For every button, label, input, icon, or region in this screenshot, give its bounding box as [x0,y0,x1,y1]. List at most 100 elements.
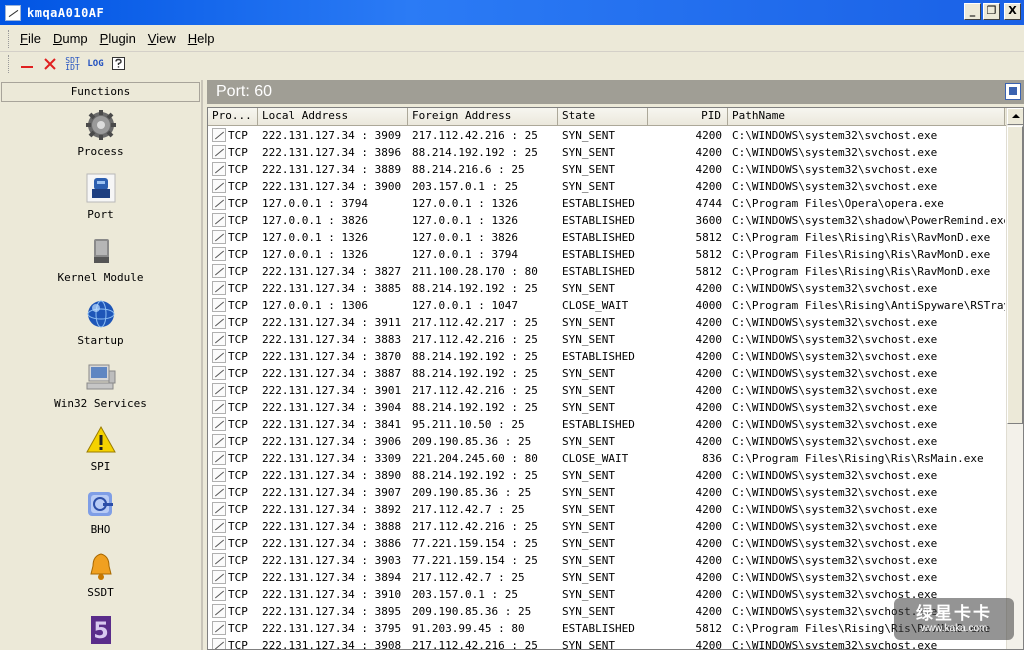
table-row[interactable]: TCP 222.131.127.34 : 3827 211.100.28.170 :… [208,263,1005,280]
sidebar-item-process[interactable]: Process [0,102,201,165]
vertical-scrollbar[interactable] [1006,108,1023,649]
cell-text: 5812 [695,248,723,261]
menu-view[interactable]: View [142,29,182,48]
table-row[interactable]: TCP 222.131.127.34 : 3887 88.214.192.192 :… [208,365,1005,382]
sidebar-item-9[interactable]: 5 [0,606,201,650]
scroll-thumb[interactable] [1007,126,1023,424]
cell-pid: 5812 [648,263,728,280]
cell-text: 91.203.99.45 : 80 [412,622,525,635]
table-row[interactable]: TCP 222.131.127.34 : 3910 203.157.0.1 : 25… [208,586,1005,603]
sdt-idt-button[interactable]: SDT IDT [61,54,84,74]
table-row[interactable]: TCP 222.131.127.34 : 3904 88.214.192.192 :… [208,399,1005,416]
maximize-button[interactable]: ❐ [983,3,1000,20]
col-header-pathname[interactable]: PathName [728,108,1005,125]
table-row[interactable]: TCP 222.131.127.34 : 3870 88.214.192.192 :… [208,348,1005,365]
cell-text: SYN_SENT [562,554,615,567]
table-row[interactable]: TCP 222.131.127.34 : 3900 203.157.0.1 : 25… [208,178,1005,195]
connection-icon [212,468,226,482]
sidebar-item-spi[interactable]: SPI [0,417,201,480]
connection-icon [212,332,226,346]
table-row[interactable]: TCP 222.131.127.34 : 3841 95.211.10.50 : 2… [208,416,1005,433]
table-row[interactable]: TCP 127.0.0.1 : 1326 127.0.0.1 : 3826 ESTAB… [208,229,1005,246]
cell-state: ESTABLISHED [558,263,648,280]
panel-header: Port: 60 [207,80,1024,104]
cell-state: SYN_SENT [558,637,648,649]
cell-foreign-address: 217.112.42.7 : 25 [408,501,558,518]
menu-plugin[interactable]: Plugin [94,29,142,48]
cell-protocol: TCP [208,467,258,484]
table-row[interactable]: TCP 222.131.127.34 : 3885 88.214.192.192 :… [208,280,1005,297]
cell-text: CLOSE_WAIT [562,452,629,465]
table-row[interactable]: TCP 222.131.127.34 : 3309 221.204.245.60 :… [208,450,1005,467]
minimize-button[interactable]: _ [964,3,981,20]
col-header-local-address[interactable]: Local Address [258,108,408,125]
col-header-pid[interactable]: PID [648,108,728,125]
kill-button[interactable] [38,54,61,74]
cell-pid: 4200 [648,314,728,331]
table-row[interactable]: TCP 222.131.127.34 : 3906 209.190.85.36 : … [208,433,1005,450]
sidebar-item-bho[interactable]: BHO [0,480,201,543]
table-row[interactable]: TCP 222.131.127.34 : 3883 217.112.42.216 :… [208,331,1005,348]
cell-foreign-address: 217.112.42.216 : 25 [408,382,558,399]
table-row[interactable]: TCP 222.131.127.34 : 3888 217.112.42.216 :… [208,518,1005,535]
sidebar-item-port[interactable]: Port [0,165,201,228]
cell-text: 3600 [695,214,723,227]
table-row[interactable]: TCP 222.131.127.34 : 3911 217.112.42.217 :… [208,314,1005,331]
menu-help[interactable]: Help [182,29,221,48]
cell-protocol: TCP [208,246,258,263]
cell-text: ESTABLISHED [562,248,635,261]
table-row[interactable]: TCP 222.131.127.34 : 3908 217.112.42.216 :… [208,637,1005,650]
table-row[interactable]: TCP 222.131.127.34 : 3903 77.221.159.154 :… [208,552,1005,569]
table-row[interactable]: TCP 222.131.127.34 : 3895 209.190.85.36 : … [208,603,1005,620]
table-row[interactable]: TCP 222.131.127.34 : 3886 77.221.159.154 :… [208,535,1005,552]
table-row[interactable]: TCP 127.0.0.1 : 3794 127.0.0.1 : 1326 ESTAB… [208,195,1005,212]
sidebar-item-kernel-module[interactable]: Kernel Module [0,228,201,291]
menu-file[interactable]: File [14,29,47,48]
cell-pid: 4200 [648,552,728,569]
cell-text: SYN_SENT [562,316,615,329]
cell-text: 203.157.0.1 : 25 [412,588,518,601]
sidebar-item-ssdt[interactable]: SSDT [0,543,201,606]
panel-options-icon[interactable] [1005,83,1021,100]
menu-dump[interactable]: Dump [47,29,94,48]
table-row[interactable]: TCP 222.131.127.34 : 3907 209.190.85.36 : … [208,484,1005,501]
scroll-up-arrow[interactable] [1007,108,1023,125]
cell-local-address: 222.131.127.34 : 3870 [258,348,408,365]
table-row[interactable]: TCP 222.131.127.34 : 3909 217.112.42.216 :… [208,127,1005,144]
close-button[interactable]: X [1004,3,1021,20]
cell-foreign-address: 88.214.192.192 : 25 [408,467,558,484]
table-row[interactable]: TCP 222.131.127.34 : 3892 217.112.42.7 : 2… [208,501,1005,518]
col-header-state[interactable]: State [558,108,648,125]
cell-pathname: C:\WINDOWS\system32\svchost.exe [728,382,1005,399]
minus-button[interactable] [15,54,38,74]
table-row[interactable]: TCP 222.131.127.34 : 3889 88.214.216.6 : 2… [208,161,1005,178]
connection-icon [212,485,226,499]
table-row[interactable]: TCP 222.131.127.34 : 3795 91.203.99.45 : 8… [208,620,1005,637]
cell-state: SYN_SENT [558,280,648,297]
cell-text: 4200 [695,486,723,499]
cell-text: 217.112.42.216 : 25 [412,639,538,650]
col-header-protocol[interactable]: Pro... [208,108,258,125]
cell-pathname: C:\WINDOWS\system32\svchost.exe [728,518,1005,535]
cell-local-address: 222.131.127.34 : 3890 [258,467,408,484]
table-row[interactable]: TCP 127.0.0.1 : 1306 127.0.0.1 : 1047 CLOSE… [208,297,1005,314]
sidebar-item-startup[interactable]: Startup [0,291,201,354]
table-row[interactable]: TCP 127.0.0.1 : 1326 127.0.0.1 : 3794 ESTAB… [208,246,1005,263]
cell-text: 222.131.127.34 : 3909 [262,129,402,142]
table-row[interactable]: TCP 222.131.127.34 : 3901 217.112.42.216 :… [208,382,1005,399]
help-button[interactable] [107,54,130,74]
col-header-foreign-address[interactable]: Foreign Address [408,108,558,125]
table-row[interactable]: TCP 222.131.127.34 : 3890 88.214.192.192 :… [208,467,1005,484]
cell-foreign-address: 203.157.0.1 : 25 [408,586,558,603]
table-row[interactable]: TCP 127.0.0.1 : 3826 127.0.0.1 : 1326 ESTAB… [208,212,1005,229]
table-row[interactable]: TCP 222.131.127.34 : 3894 217.112.42.7 : 2… [208,569,1005,586]
log-button[interactable]: LOG [84,54,107,74]
cell-text: 127.0.0.1 : 1047 [412,299,518,312]
cell-text: 4200 [695,384,723,397]
sidebar-item-win32-services[interactable]: Win32 Services [0,354,201,417]
cell-text: C:\WINDOWS\system32\shadow\PowerRemind.e… [732,214,1005,227]
table-row[interactable]: TCP 222.131.127.34 : 3896 88.214.192.192 :… [208,144,1005,161]
cell-foreign-address: 88.214.216.6 : 25 [408,161,558,178]
connection-icon [212,128,226,142]
cell-local-address: 127.0.0.1 : 1326 [258,229,408,246]
